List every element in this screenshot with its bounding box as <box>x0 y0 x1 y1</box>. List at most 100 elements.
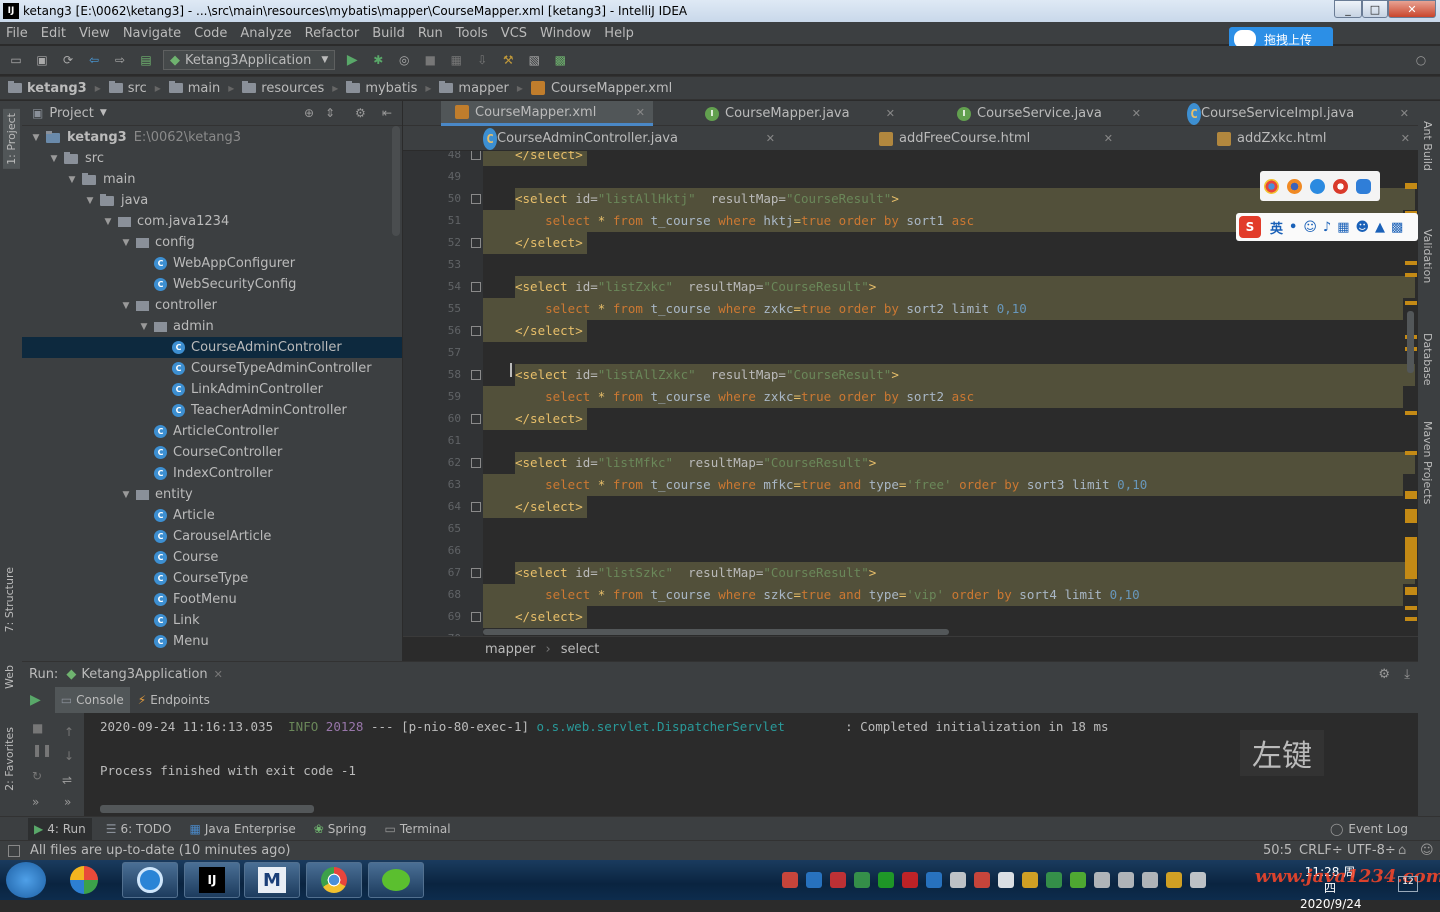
expand-arrow-icon[interactable]: ▼ <box>102 217 114 227</box>
maven-tool-tab[interactable]: Maven Projects <box>1421 421 1434 504</box>
tab-terminal-tool[interactable]: ▭ Terminal <box>385 822 451 836</box>
tree-item[interactable]: C WebAppConfigurer <box>22 253 402 274</box>
project-tool-tab[interactable]: 1: Project <box>3 109 20 169</box>
more-icon[interactable]: » <box>32 795 39 809</box>
menu-build[interactable]: Build <box>372 26 405 41</box>
gear-icon[interactable]: ⚙ <box>1378 667 1390 682</box>
tray-icon[interactable] <box>1190 872 1206 888</box>
tree-item[interactable]: C CourseController <box>22 442 402 463</box>
stop-icon[interactable]: ■ <box>32 721 43 735</box>
close-icon[interactable]: ✕ <box>214 668 223 681</box>
close-icon[interactable]: ✕ <box>1401 132 1410 145</box>
structure-icon[interactable]: ▧ <box>526 52 542 68</box>
tree-item[interactable]: C TeacherAdminController <box>22 400 402 421</box>
event-log-button[interactable]: ◯ Event Log <box>1330 822 1408 836</box>
tree-item[interactable]: C CourseTypeAdminController <box>22 358 402 379</box>
maximize-button[interactable]: □ <box>1362 0 1388 18</box>
lock-icon[interactable]: ⌂ <box>1398 843 1406 858</box>
database-tool-tab[interactable]: Database <box>1421 333 1434 386</box>
ant-build-tool-tab[interactable]: Ant Build <box>1421 121 1434 171</box>
error-stripe-marker[interactable] <box>1405 183 1417 189</box>
firefox-icon[interactable] <box>1287 178 1302 194</box>
fold-marker-icon[interactable] <box>471 568 481 578</box>
tab-courseadmincontroller-java[interactable]: C CourseAdminController.java ✕ <box>483 126 783 151</box>
keyboard-icon[interactable]: ▦ <box>1337 220 1349 235</box>
skin-icon[interactable]: ▲ <box>1375 220 1385 235</box>
expand-arrow-icon[interactable]: ▼ <box>66 175 78 185</box>
console-scroll-thumb[interactable] <box>100 805 314 813</box>
hide-panel-icon[interactable]: ⤓ <box>1404 667 1410 682</box>
tree-item[interactable]: C LinkAdminController <box>22 379 402 400</box>
start-button[interactable] <box>6 862 46 898</box>
tree-item[interactable]: C ArticleController <box>22 421 402 442</box>
fold-marker-icon[interactable] <box>471 370 481 380</box>
error-stripe-marker[interactable] <box>1405 451 1417 455</box>
apps-grid-icon[interactable]: ▩ <box>1391 220 1403 235</box>
fold-marker-icon[interactable] <box>471 194 481 204</box>
project-panel-title[interactable]: Project <box>49 106 93 121</box>
tab-coursemapper-xml[interactable]: CourseMapper.xml ✕ <box>441 101 653 126</box>
ime-mode[interactable]: 英 <box>1270 218 1283 237</box>
tray-icon[interactable] <box>830 872 846 888</box>
menu-window[interactable]: Window <box>540 26 591 41</box>
minimize-button[interactable]: _ <box>1334 0 1362 18</box>
file-encoding[interactable]: UTF-8÷ <box>1347 843 1396 858</box>
tray-icon[interactable] <box>878 872 894 888</box>
error-stripe-marker[interactable] <box>1405 273 1417 277</box>
menu-edit[interactable]: Edit <box>41 26 66 41</box>
expand-arrow-icon[interactable]: ▼ <box>84 196 96 206</box>
deploy-icon[interactable]: ⇩ <box>474 52 490 68</box>
crumb-src[interactable]: src <box>108 81 147 96</box>
fold-marker-icon[interactable] <box>471 282 481 292</box>
crumb-resources[interactable]: resources <box>242 81 324 96</box>
tree-item[interactable]: ▼ ketang3 E:\0062\ketang3 <box>22 127 402 148</box>
tree-item[interactable]: C CarouselArticle <box>22 526 402 547</box>
caret-position[interactable]: 50:5 <box>1263 843 1292 858</box>
fold-marker-icon[interactable] <box>471 458 481 468</box>
tray-icon[interactable] <box>1070 872 1086 888</box>
sync-icon[interactable]: ⟳ <box>60 52 76 68</box>
run-config-select[interactable]: ◆ Ketang3Application ▼ <box>163 50 336 70</box>
tool-windows-toggle-icon[interactable] <box>8 844 20 857</box>
close-window-button[interactable]: ✕ <box>1388 0 1436 18</box>
tab-endpoints[interactable]: ⚡ Endpoints <box>138 693 210 707</box>
close-icon[interactable]: ✕ <box>636 106 645 119</box>
tray-icon[interactable] <box>1094 872 1110 888</box>
search-everywhere-icon[interactable]: ○ <box>1413 52 1429 68</box>
opera-icon[interactable] <box>1333 178 1348 194</box>
user-icon[interactable]: ☻ <box>1355 220 1369 235</box>
tray-icon[interactable] <box>1118 872 1134 888</box>
tree-item[interactable]: ▼ controller <box>22 295 402 316</box>
tree-item[interactable]: C CourseAdminController <box>22 337 402 358</box>
error-stripe-marker[interactable] <box>1405 617 1417 621</box>
tree-item[interactable]: C WebSecurityConfig <box>22 274 402 295</box>
tray-icon[interactable] <box>1046 872 1062 888</box>
expand-arrow-icon[interactable]: ▼ <box>120 490 132 500</box>
forward-icon[interactable]: ⇨ <box>112 52 128 68</box>
error-stripe-marker[interactable] <box>1405 491 1417 499</box>
tab-java-enterprise-tool[interactable]: ▦ Java Enterprise <box>189 822 295 836</box>
taskbar-editor[interactable]: M <box>244 862 300 898</box>
close-icon[interactable]: ✕ <box>1104 132 1113 145</box>
up-arrow-icon[interactable]: ↑ <box>64 725 74 739</box>
tray-icon[interactable] <box>974 872 990 888</box>
stop-icon[interactable]: ■ <box>422 52 438 68</box>
menu-analyze[interactable]: Analyze <box>240 26 291 41</box>
structure-tool-tab[interactable]: 7: Structure <box>3 567 16 632</box>
console-output[interactable]: 2020-09-24 11:16:13.035 INFO 20128 --- [… <box>84 713 1418 816</box>
tree-scrollbar[interactable] <box>392 126 400 236</box>
down-arrow-icon[interactable]: ↓ <box>64 749 74 763</box>
ie-icon[interactable] <box>1356 178 1371 194</box>
taskbar-pinned-app[interactable] <box>56 862 112 898</box>
settings-wrench-icon[interactable]: ⚒ <box>500 52 516 68</box>
tab-console[interactable]: ▭ Console <box>54 687 130 713</box>
notification-icon[interactable]: 12 <box>1398 876 1418 892</box>
microphone-icon[interactable]: ♪ <box>1323 220 1331 235</box>
error-stripe-marker[interactable] <box>1405 513 1417 523</box>
tree-item[interactable]: C Article <box>22 505 402 526</box>
crumb-ketang3[interactable]: ketang3 <box>8 81 87 96</box>
tray-icon[interactable] <box>1022 872 1038 888</box>
fold-marker-icon[interactable] <box>471 414 481 424</box>
punctuation-icon[interactable]: • <box>1289 220 1297 235</box>
fold-marker-icon[interactable] <box>471 502 481 512</box>
